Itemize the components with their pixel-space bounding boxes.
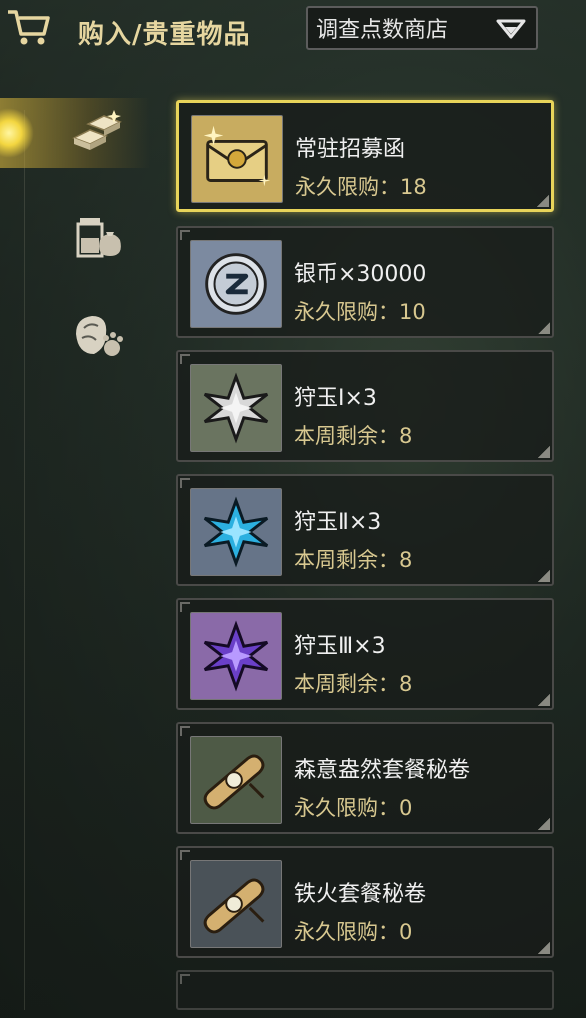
cart-icon[interactable]: [6, 6, 52, 48]
corner-decoration: [538, 818, 550, 830]
corner-decoration: [538, 570, 550, 582]
purple-gem-icon: [203, 620, 269, 692]
item-limit: 永久限购：18: [295, 175, 427, 199]
item-thumbnail: [190, 364, 282, 452]
scroll-icon: [203, 754, 265, 810]
category-tab-materials[interactable]: [0, 98, 150, 168]
white-gem-icon: [203, 372, 269, 444]
item-thumbnail: [190, 860, 282, 948]
corner-decoration: [538, 942, 550, 954]
monster-paw-icon: [76, 316, 123, 356]
item-limit: 永久限购：10: [294, 300, 426, 324]
corner-decoration: [537, 195, 549, 207]
item-limit: 永久限购：0: [294, 920, 413, 944]
corner-decoration: [180, 354, 190, 364]
category-tab-consumables[interactable]: [0, 200, 150, 270]
category-tab-monster-parts[interactable]: [0, 300, 150, 370]
corner-decoration: [180, 602, 190, 612]
list-item[interactable]: 森意盎然套餐秘卷 永久限购：0: [176, 722, 554, 834]
list-item[interactable]: 狩玉Ⅲ×3 本周剩余：8: [176, 598, 554, 710]
item-limit: 本周剩余：8: [294, 424, 413, 448]
gold-envelope-icon: [203, 125, 271, 187]
corner-decoration: [180, 974, 190, 984]
gold-bars-icon: [72, 110, 122, 150]
item-limit: 本周剩余：8: [294, 672, 413, 696]
item-thumbnail: [190, 736, 282, 824]
item-name: 狩玉Ⅱ×3: [294, 510, 382, 535]
item-thumbnail: [190, 612, 282, 700]
corner-decoration: [180, 478, 190, 488]
corner-decoration: [180, 850, 190, 860]
chevron-down-icon: [496, 19, 526, 39]
item-name: 铁火套餐秘卷: [294, 882, 427, 907]
item-name: 森意盎然套餐秘卷: [294, 758, 471, 783]
blue-gem-icon: [203, 496, 269, 568]
item-name: 狩玉Ⅰ×3: [294, 386, 377, 411]
corner-decoration: [538, 322, 550, 334]
list-item-partial[interactable]: [176, 970, 554, 1010]
item-name: 银币×30000: [294, 262, 427, 287]
list-item[interactable]: 狩玉Ⅰ×3 本周剩余：8: [176, 350, 554, 462]
corner-decoration: [180, 726, 190, 736]
list-item[interactable]: 铁火套餐秘卷 永久限购：0: [176, 846, 554, 958]
item-limit: 本周剩余：8: [294, 548, 413, 572]
item-limit: 永久限购：0: [294, 796, 413, 820]
header: 购入/贵重物品 调查点数商店: [0, 0, 586, 58]
item-thumbnail: [190, 488, 282, 576]
corner-decoration: [180, 230, 190, 240]
potion-bag-icon: [76, 218, 121, 258]
shop-dropdown[interactable]: 调查点数商店: [306, 6, 538, 50]
item-thumbnail: [191, 115, 283, 203]
shop-dropdown-value: 调查点数商店: [316, 18, 449, 43]
list-item[interactable]: 银币×30000 永久限购：10: [176, 226, 554, 338]
list-item[interactable]: 常驻招募函 永久限购：18: [176, 100, 554, 212]
item-name: 常驻招募函: [295, 137, 406, 162]
corner-decoration: [538, 446, 550, 458]
active-indicator: [0, 108, 34, 158]
list-item[interactable]: 狩玉Ⅱ×3 本周剩余：8: [176, 474, 554, 586]
corner-decoration: [538, 694, 550, 706]
item-name: 狩玉Ⅲ×3: [294, 634, 386, 659]
item-thumbnail: [190, 240, 282, 328]
page-title: 购入/贵重物品: [78, 20, 251, 50]
silver-coin-icon: [205, 253, 267, 315]
scroll-icon: [203, 878, 265, 934]
